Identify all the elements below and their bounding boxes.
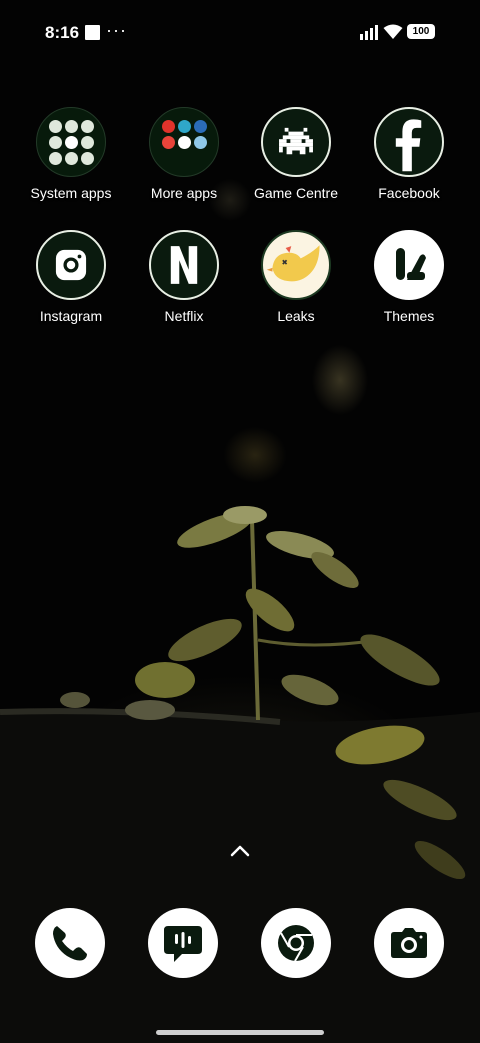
app-leaks[interactable]: Leaks: [240, 230, 352, 324]
app-more-apps[interactable]: More apps: [128, 107, 240, 201]
app-system-apps[interactable]: System apps: [15, 107, 127, 201]
app-label: Themes: [383, 308, 435, 324]
app-themes[interactable]: Themes: [353, 230, 465, 324]
app-label: Facebook: [378, 185, 440, 201]
phone-icon[interactable]: [35, 908, 105, 978]
camera-icon[interactable]: [374, 908, 444, 978]
home-indicator[interactable]: [156, 1030, 324, 1035]
app-netflix[interactable]: Netflix: [128, 230, 240, 324]
app-label: More apps: [150, 185, 218, 201]
facebook-icon[interactable]: [374, 107, 444, 177]
netflix-icon[interactable]: [149, 230, 219, 300]
wifi-icon: [383, 24, 403, 39]
instagram-icon[interactable]: [36, 230, 106, 300]
app-game-centre[interactable]: Game Centre: [240, 107, 352, 201]
app-instagram[interactable]: Instagram: [15, 230, 127, 324]
app-label: Netflix: [164, 308, 204, 324]
bird-icon[interactable]: [261, 230, 331, 300]
battery-icon: 100: [407, 24, 435, 39]
space-invader-icon[interactable]: [261, 107, 331, 177]
app-label: Game Centre: [253, 185, 339, 201]
more-notifications-icon: ···: [106, 20, 127, 40]
notification-icon: [85, 25, 100, 40]
chevron-up-icon[interactable]: [228, 843, 252, 859]
app-label: Leaks: [277, 308, 315, 324]
themes-icon[interactable]: [374, 230, 444, 300]
clock: 8:16: [45, 23, 80, 42]
app-label: System apps: [30, 185, 112, 201]
cellular-signal-icon: [360, 25, 378, 40]
status-bar: 8:16 ··· 100: [0, 0, 480, 64]
app-label: Instagram: [39, 308, 103, 324]
messages-icon[interactable]: [148, 908, 218, 978]
chrome-icon[interactable]: [261, 908, 331, 978]
folder-icon[interactable]: [149, 107, 219, 177]
folder-icon[interactable]: [36, 107, 106, 177]
app-facebook[interactable]: Facebook: [353, 107, 465, 201]
